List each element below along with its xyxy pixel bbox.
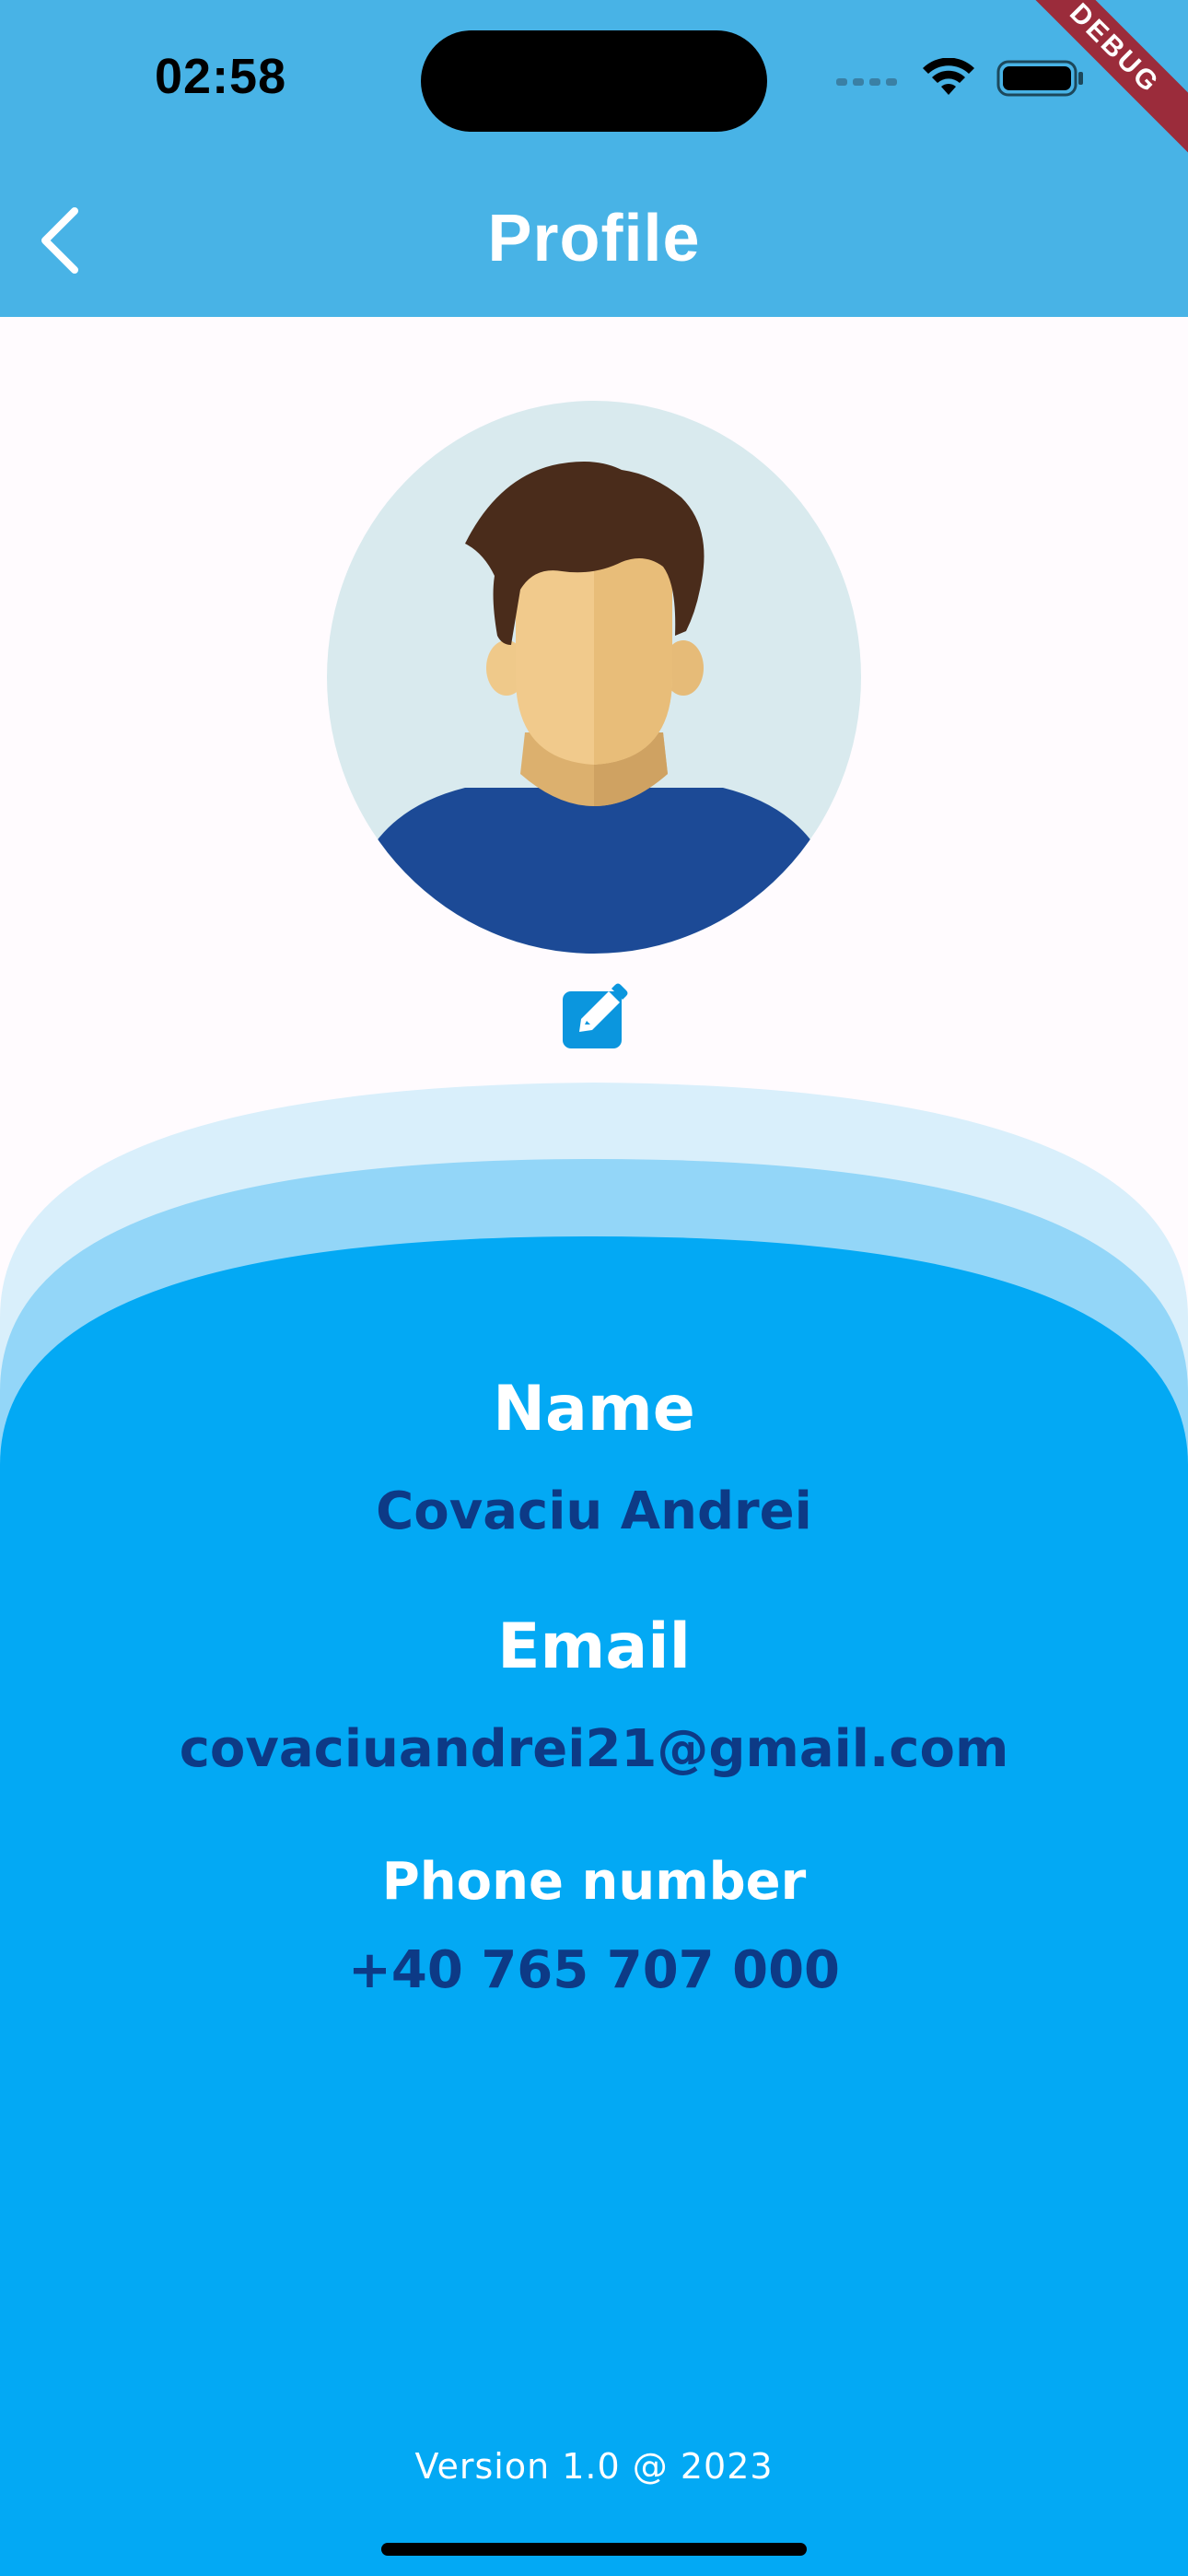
edit-square-icon (559, 983, 633, 1056)
email-value: covaciuandrei21@gmail.com (179, 1719, 1009, 1779)
cellular-icon (836, 69, 901, 92)
edit-profile-button[interactable] (559, 978, 633, 1052)
phone-value: +40 765 707 000 (347, 1940, 841, 2000)
battery-icon (996, 58, 1085, 103)
page-title: Profile (487, 202, 701, 275)
phone-label: Phone number (381, 1852, 807, 1912)
status-icons (836, 57, 1085, 103)
version-text: Version 1.0 @ 2023 (414, 2446, 774, 2487)
dynamic-island (421, 30, 767, 132)
wifi-icon (921, 57, 976, 103)
profile-screen: 02:58 DEBUG Profile Name Covaciu Andrei … (0, 0, 1188, 2576)
info-panel-background (0, 1078, 1188, 2576)
avatar (327, 401, 861, 954)
home-indicator (381, 2543, 807, 2556)
name-label: Name (493, 1373, 695, 1446)
email-label: Email (497, 1610, 691, 1683)
name-value: Covaciu Andrei (376, 1481, 812, 1541)
app-bar: 02:58 DEBUG Profile (0, 0, 1188, 317)
status-time: 02:58 (155, 49, 287, 104)
